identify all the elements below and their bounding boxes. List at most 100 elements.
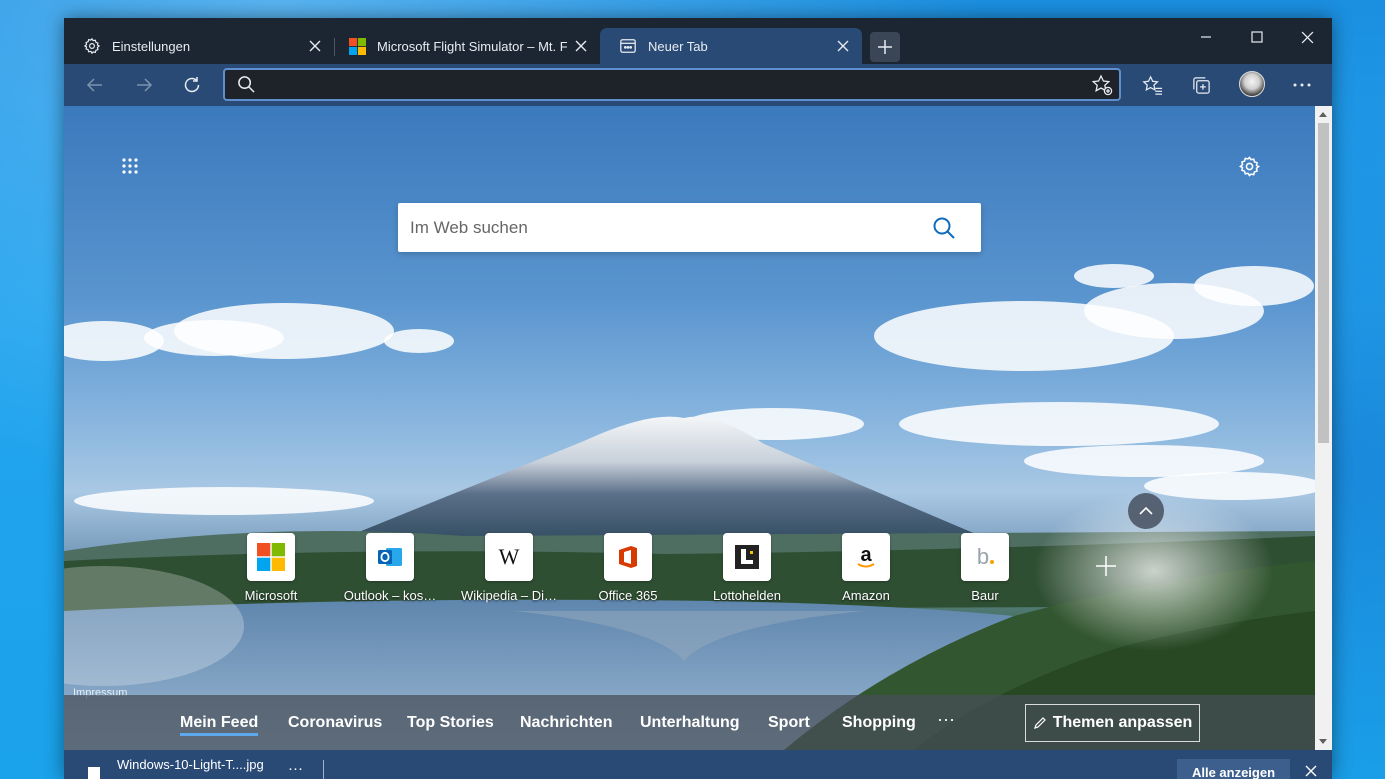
lottohelden-icon — [723, 533, 771, 581]
quick-link-label: Amazon — [842, 588, 890, 603]
new-tab-page-icon — [618, 36, 638, 56]
apps-launcher-button[interactable] — [116, 152, 144, 180]
search-icon — [933, 217, 955, 239]
tab-new-tab[interactable]: Neuer Tab — [600, 28, 862, 64]
quick-link-amazon[interactable]: a Amazon — [811, 533, 921, 613]
tab-title: Neuer Tab — [648, 38, 708, 54]
address-input[interactable] — [265, 70, 1085, 99]
customize-themes-button[interactable]: Themen anpassen — [1025, 704, 1200, 742]
quick-link-baur[interactable]: b Baur — [930, 533, 1040, 613]
tab-flight-simulator[interactable]: Microsoft Flight Simulator – Mt. Fuji — [335, 28, 600, 64]
collections-icon — [1192, 76, 1210, 94]
amazon-icon: a — [842, 533, 890, 581]
close-tab-icon[interactable] — [306, 37, 324, 55]
download-more-button[interactable]: ··· — [288, 760, 303, 777]
feed-tab-shopping[interactable]: Shopping — [842, 714, 916, 732]
add-favorite-icon[interactable] — [1091, 74, 1113, 101]
favorites-button[interactable] — [1136, 69, 1168, 101]
quick-link-microsoft[interactable]: Microsoft — [216, 533, 326, 613]
feed-tab-top-stories[interactable]: Top Stories — [407, 714, 494, 732]
show-all-downloads-button[interactable]: Alle anzeigen — [1177, 759, 1290, 779]
gear-icon — [1238, 155, 1260, 177]
apps-grid-icon — [122, 158, 138, 174]
downloads-bar: Windows-10-Light-T....jpg ··· Alle anzei… — [64, 750, 1332, 779]
search-submit-button[interactable] — [928, 213, 960, 243]
new-tab-button[interactable] — [870, 32, 900, 62]
baur-icon: b — [961, 533, 1009, 581]
minimize-icon — [1201, 36, 1211, 38]
close-window-button[interactable] — [1287, 22, 1327, 52]
tab-title: Einstellungen — [112, 38, 191, 54]
scroll-down-arrow-icon[interactable] — [1319, 739, 1327, 744]
more-button[interactable] — [1286, 69, 1318, 101]
maximize-button[interactable] — [1237, 22, 1277, 52]
browser-window: Einstellungen Microsoft Flight Simulator… — [64, 18, 1332, 779]
navigation-toolbar — [64, 64, 1332, 106]
close-tab-icon[interactable] — [572, 37, 590, 55]
downloads-divider — [323, 760, 324, 779]
quick-link-wikipedia[interactable]: W Wikipedia – Di… — [454, 533, 564, 613]
quick-link-label: Office 365 — [598, 588, 658, 603]
page-settings-button[interactable] — [1235, 152, 1263, 180]
search-icon — [237, 75, 256, 99]
quick-link-label: Baur — [971, 588, 999, 603]
gear-icon — [82, 36, 102, 56]
svg-text:b: b — [977, 544, 989, 569]
forward-arrow-icon — [137, 78, 153, 92]
close-downloads-button[interactable] — [1302, 762, 1320, 779]
refresh-icon — [184, 77, 200, 93]
quick-link-label: Outlook – kos… — [343, 588, 437, 603]
web-search-box — [398, 203, 981, 252]
feed-tab-sport[interactable]: Sport — [768, 714, 810, 732]
customize-themes-label: Themen anpassen — [1052, 714, 1193, 731]
quick-link-lottohelden[interactable]: Lottohelden — [692, 533, 802, 613]
chevron-up-icon — [1139, 506, 1153, 515]
collections-button[interactable] — [1185, 69, 1217, 101]
page-scrollbar[interactable] — [1315, 106, 1332, 750]
feed-more-button[interactable]: ··· — [937, 709, 955, 730]
refresh-button[interactable] — [176, 69, 208, 101]
download-file-name[interactable]: Windows-10-Light-T....jpg — [117, 757, 264, 772]
tab-title: Microsoft Flight Simulator – Mt. Fuji — [377, 38, 567, 54]
tab-settings[interactable]: Einstellungen — [64, 28, 334, 64]
add-quick-link-button[interactable] — [1094, 554, 1118, 578]
close-tab-icon[interactable] — [834, 37, 852, 55]
quick-link-outlook[interactable]: Outlook – kos… — [335, 533, 445, 613]
new-tab-page: Microsoft Outlook – kos… W Wikipedia – D… — [64, 106, 1315, 750]
profile-avatar[interactable] — [1239, 71, 1265, 97]
scrollbar-thumb[interactable] — [1318, 123, 1329, 443]
plus-icon — [878, 40, 892, 54]
minimize-button[interactable] — [1186, 22, 1226, 52]
outlook-icon — [366, 533, 414, 581]
quick-link-office[interactable]: Office 365 — [573, 533, 683, 613]
maximize-icon — [1251, 31, 1263, 43]
wikipedia-icon: W — [485, 533, 533, 581]
back-button[interactable] — [79, 69, 111, 101]
svg-text:a: a — [860, 544, 872, 566]
more-icon — [1293, 83, 1311, 87]
feed-tab-unterhaltung[interactable]: Unterhaltung — [640, 714, 740, 732]
close-icon — [1305, 765, 1317, 777]
quick-link-label: Lottohelden — [713, 588, 781, 603]
quick-link-label: Microsoft — [244, 588, 298, 603]
quick-link-label: Wikipedia – Di… — [460, 588, 558, 603]
feed-tab-mein-feed[interactable]: Mein Feed — [180, 714, 259, 736]
forward-button[interactable] — [128, 69, 160, 101]
scroll-up-arrow-icon[interactable] — [1319, 112, 1327, 117]
web-search-input[interactable] — [410, 203, 910, 252]
scroll-up-button[interactable] — [1128, 493, 1164, 529]
plus-icon — [1096, 556, 1116, 576]
close-icon — [1301, 31, 1313, 43]
feed-tab-coronavirus[interactable]: Coronavirus — [288, 714, 382, 732]
svg-text:W: W — [499, 544, 520, 569]
pencil-icon — [1033, 717, 1046, 729]
feed-tab-nachrichten[interactable]: Nachrichten — [520, 714, 612, 732]
office-icon — [604, 533, 652, 581]
microsoft-logo-icon — [247, 533, 295, 581]
favorites-icon — [1141, 74, 1162, 95]
file-icon — [88, 767, 100, 779]
microsoft-logo-icon — [347, 36, 367, 56]
tab-strip: Einstellungen Microsoft Flight Simulator… — [64, 18, 1332, 64]
address-bar[interactable] — [223, 68, 1121, 101]
back-arrow-icon — [86, 78, 102, 92]
